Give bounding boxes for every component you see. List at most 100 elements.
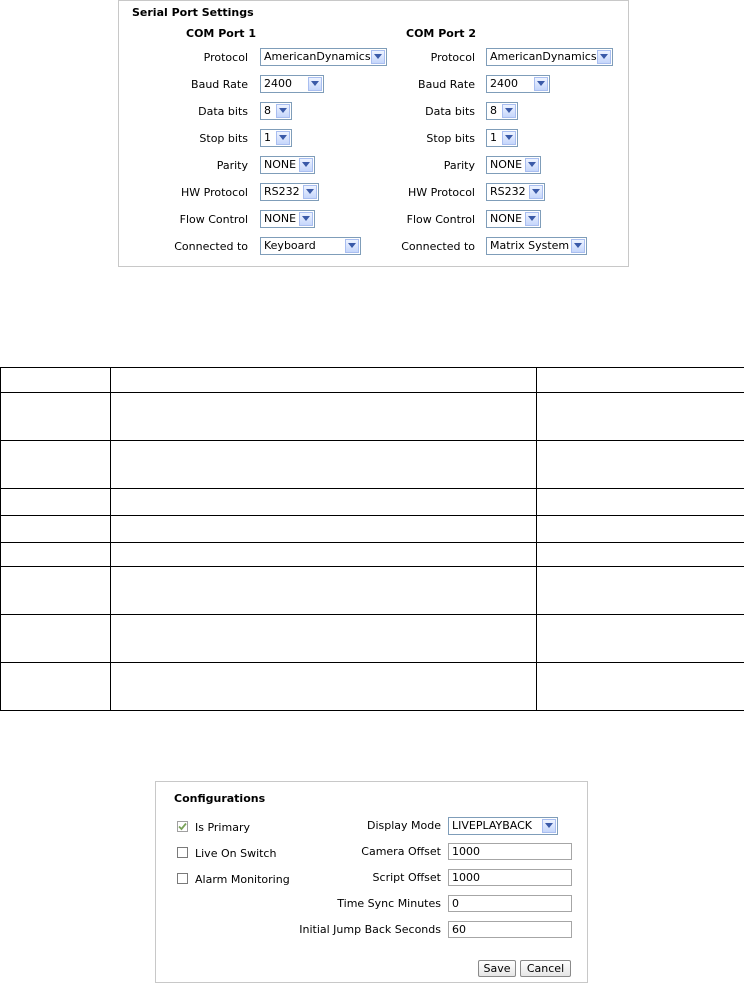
chevron-down-icon[interactable] bbox=[597, 50, 611, 64]
table-cell bbox=[536, 367, 744, 393]
table-row bbox=[0, 392, 744, 441]
chevron-down-icon[interactable] bbox=[502, 131, 516, 145]
table-row bbox=[0, 440, 744, 489]
serial-port-settings-panel: Serial Port Settings COM Port 1 COM Port… bbox=[118, 0, 629, 267]
com-port-1-heading: COM Port 1 bbox=[186, 27, 256, 40]
chevron-down-icon[interactable] bbox=[276, 104, 290, 118]
com2-stop-bits-label: Stop bits bbox=[426, 132, 475, 145]
table-row bbox=[0, 542, 744, 567]
com1-baud-rate-select[interactable]: 2400 bbox=[260, 75, 324, 93]
configurations-panel: Configurations Is Primary Live On Switch… bbox=[155, 781, 588, 983]
table-cell bbox=[536, 488, 744, 516]
live-on-switch-checkbox[interactable] bbox=[177, 847, 188, 858]
com1-hw-protocol-select[interactable]: RS232 bbox=[260, 183, 319, 201]
time-sync-minutes-input[interactable]: 0 bbox=[448, 895, 572, 912]
script-offset-input[interactable]: 1000 bbox=[448, 869, 572, 886]
com-port-2-heading: COM Port 2 bbox=[406, 27, 476, 40]
com2-flow-control-label: Flow Control bbox=[406, 213, 475, 226]
table-row bbox=[0, 566, 744, 615]
cancel-button[interactable]: Cancel bbox=[520, 960, 571, 977]
table-row bbox=[0, 367, 744, 393]
table-cell bbox=[110, 515, 537, 543]
table-cell bbox=[0, 542, 111, 567]
chevron-down-icon[interactable] bbox=[525, 212, 539, 226]
com1-flow-control-select[interactable]: NONE bbox=[260, 210, 315, 228]
table-cell bbox=[0, 440, 111, 489]
alarm-monitoring-label: Alarm Monitoring bbox=[195, 873, 290, 886]
com2-baud-rate-label: Baud Rate bbox=[418, 78, 475, 91]
chevron-down-icon[interactable] bbox=[371, 50, 385, 64]
chevron-down-icon[interactable] bbox=[345, 239, 359, 253]
initial-jump-back-seconds-input[interactable]: 60 bbox=[448, 921, 572, 938]
table-cell bbox=[0, 392, 111, 441]
table-cell bbox=[536, 662, 744, 711]
chevron-down-icon[interactable] bbox=[502, 104, 516, 118]
camera-offset-label: Camera Offset bbox=[361, 845, 441, 858]
table-cell bbox=[0, 488, 111, 516]
time-sync-minutes-label: Time Sync Minutes bbox=[337, 897, 441, 910]
table-cell bbox=[536, 440, 744, 489]
alarm-monitoring-checkbox[interactable] bbox=[177, 873, 188, 884]
chevron-down-icon[interactable] bbox=[308, 77, 322, 91]
chevron-down-icon[interactable] bbox=[276, 131, 290, 145]
com2-connected-to-select[interactable]: Matrix System bbox=[486, 237, 587, 255]
table-cell bbox=[536, 392, 744, 441]
save-button[interactable]: Save bbox=[478, 960, 516, 977]
com2-protocol-select[interactable]: AmericanDynamics bbox=[486, 48, 613, 66]
is-primary-label: Is Primary bbox=[195, 821, 250, 834]
display-mode-select[interactable]: LIVEPLAYBACK bbox=[448, 817, 558, 835]
com2-baud-rate-select[interactable]: 2400 bbox=[486, 75, 550, 93]
table-cell bbox=[110, 367, 537, 393]
chevron-down-icon[interactable] bbox=[303, 185, 317, 199]
live-on-switch-label: Live On Switch bbox=[195, 847, 277, 860]
table-cell bbox=[536, 542, 744, 567]
com1-data-bits-select[interactable]: 8 bbox=[260, 102, 292, 120]
com1-connected-to-label: Connected to bbox=[174, 240, 248, 253]
com1-hw-protocol-label: HW Protocol bbox=[181, 186, 248, 199]
com2-hw-protocol-select[interactable]: RS232 bbox=[486, 183, 545, 201]
com1-stop-bits-label: Stop bits bbox=[199, 132, 248, 145]
com1-stop-bits-select[interactable]: 1 bbox=[260, 129, 292, 147]
com2-protocol-label: Protocol bbox=[430, 51, 475, 64]
script-offset-label: Script Offset bbox=[372, 871, 441, 884]
empty-table bbox=[0, 367, 744, 711]
table-cell bbox=[110, 440, 537, 489]
table-cell bbox=[110, 542, 537, 567]
table-cell bbox=[0, 662, 111, 711]
checkmark-icon bbox=[178, 822, 187, 831]
com2-data-bits-select[interactable]: 8 bbox=[486, 102, 518, 120]
com2-stop-bits-select[interactable]: 1 bbox=[486, 129, 518, 147]
is-primary-checkbox[interactable] bbox=[177, 821, 188, 832]
com2-hw-protocol-label: HW Protocol bbox=[408, 186, 475, 199]
com2-parity-select[interactable]: NONE bbox=[486, 156, 541, 174]
serial-panel-title: Serial Port Settings bbox=[132, 6, 254, 19]
chevron-down-icon[interactable] bbox=[529, 185, 543, 199]
com1-connected-to-select[interactable]: Keyboard bbox=[260, 237, 361, 255]
chevron-down-icon[interactable] bbox=[299, 158, 313, 172]
chevron-down-icon[interactable] bbox=[542, 819, 556, 833]
table-row bbox=[0, 614, 744, 663]
com2-parity-label: Parity bbox=[443, 159, 475, 172]
com2-flow-control-select[interactable]: NONE bbox=[486, 210, 541, 228]
com1-data-bits-label: Data bits bbox=[198, 105, 248, 118]
table-cell bbox=[0, 566, 111, 615]
initial-jump-back-seconds-label: Initial Jump Back Seconds bbox=[299, 923, 441, 936]
table-cell bbox=[110, 614, 537, 663]
table-cell bbox=[536, 515, 744, 543]
chevron-down-icon[interactable] bbox=[571, 239, 585, 253]
com1-baud-rate-label: Baud Rate bbox=[191, 78, 248, 91]
chevron-down-icon[interactable] bbox=[299, 212, 313, 226]
com1-protocol-label: Protocol bbox=[203, 51, 248, 64]
com2-connected-to-label: Connected to bbox=[401, 240, 475, 253]
table-row bbox=[0, 515, 744, 543]
chevron-down-icon[interactable] bbox=[525, 158, 539, 172]
camera-offset-input[interactable]: 1000 bbox=[448, 843, 572, 860]
chevron-down-icon[interactable] bbox=[534, 77, 548, 91]
table-row bbox=[0, 488, 744, 516]
table-cell bbox=[0, 367, 111, 393]
com1-parity-select[interactable]: NONE bbox=[260, 156, 315, 174]
table-cell bbox=[0, 614, 111, 663]
table-cell bbox=[110, 488, 537, 516]
com1-protocol-select[interactable]: AmericanDynamics bbox=[260, 48, 387, 66]
com1-protocol-value: AmericanDynamics bbox=[264, 50, 371, 63]
